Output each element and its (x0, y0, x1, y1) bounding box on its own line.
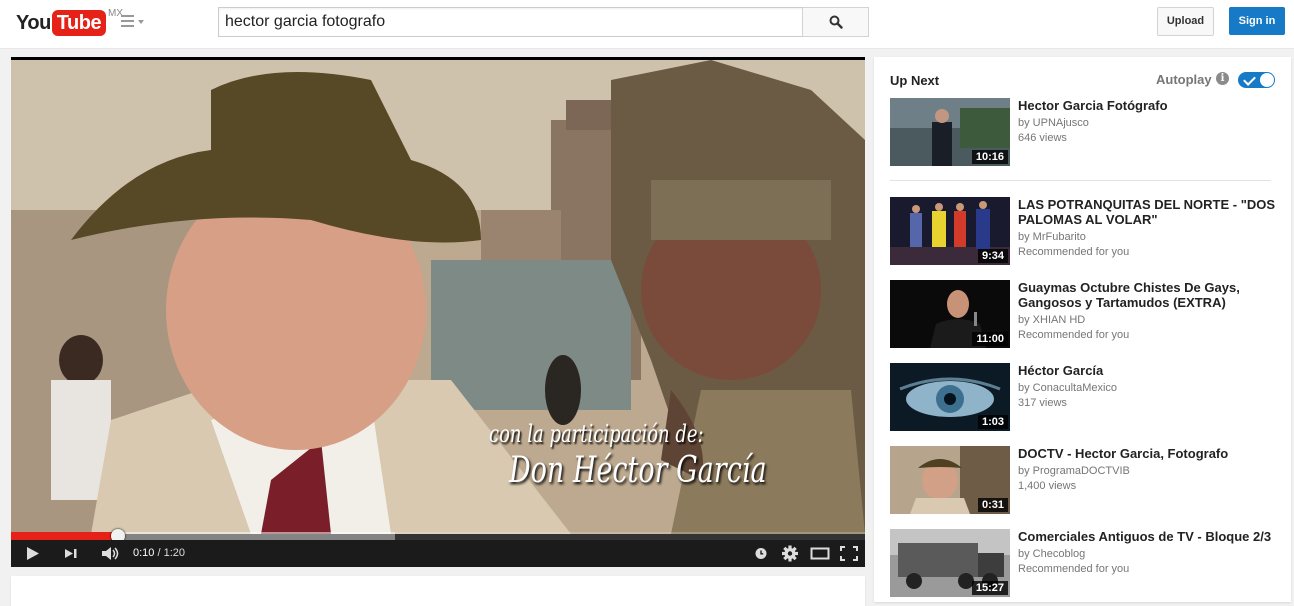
video-player[interactable]: con la participación de: Don Héctor Garc… (11, 57, 865, 567)
sign-in-button[interactable]: Sign in (1229, 7, 1285, 35)
youtube-logo[interactable]: You Tube MX (16, 8, 123, 37)
time-display: 0:10 / 1:20 (133, 547, 185, 559)
video-title[interactable]: Héctor García (1018, 363, 1280, 378)
logo-you-text: You (16, 11, 51, 34)
channel-name: by UPNAjusco (1018, 117, 1089, 129)
info-icon[interactable]: i (1216, 72, 1229, 85)
fullscreen-button[interactable] (839, 540, 859, 567)
video-title[interactable]: LAS POTRANQUITAS DEL NORTE - "DOS PALOMA… (1018, 197, 1280, 227)
guide-menu-icon[interactable] (121, 15, 145, 31)
list-item[interactable]: 11:00 Guaymas Octubre Chistes De Gays, G… (890, 280, 1280, 350)
search-input[interactable] (218, 7, 809, 37)
total-duration: 1:20 (163, 547, 186, 559)
search-icon (829, 15, 843, 29)
next-button[interactable] (63, 540, 83, 567)
upload-button[interactable]: Upload (1157, 7, 1214, 36)
next-icon (65, 549, 77, 558)
check-icon (1243, 73, 1256, 86)
theater-icon (810, 547, 830, 560)
player-controls: 0:10 / 1:20 (11, 540, 865, 567)
masthead: YouTube MX Upload Sign in (0, 0, 1294, 49)
play-icon (27, 547, 39, 560)
list-item[interactable]: 10:16 Hector Garcia Fotógrafo by UPNAjus… (890, 98, 1280, 168)
recommendation-note: Recommended for you (1018, 563, 1130, 575)
list-item[interactable]: 15:27 Comerciales Antiguos de TV - Bloqu… (890, 529, 1280, 599)
video-thumbnail[interactable]: 9:34 (890, 197, 1010, 265)
video-title[interactable]: Comerciales Antiguos de TV - Bloque 2/3 (1018, 529, 1280, 544)
view-count: 317 views (1018, 397, 1067, 409)
channel-name: by XHIAN HD (1018, 314, 1086, 326)
video-caption-line-1: con la participación de: (489, 420, 704, 448)
watch-sidebar: Up Next Autoplay i 10:16 Hector Garcia F… (874, 57, 1291, 602)
progress-bar[interactable] (11, 529, 865, 543)
view-count: 646 views (1018, 132, 1067, 144)
video-frame[interactable]: con la participación de: Don Héctor Garc… (11, 60, 865, 534)
autoplay-toggle[interactable] (1238, 72, 1275, 88)
theater-mode-button[interactable] (809, 540, 831, 567)
watch-later-button[interactable] (753, 540, 769, 567)
current-time: 0:10 (133, 547, 155, 559)
gear-icon (782, 545, 798, 562)
channel-name: by ProgramaDOCTVIB (1018, 465, 1130, 477)
view-count: 1,400 views (1018, 480, 1077, 492)
played-bar (11, 532, 118, 540)
logo-tube-text: Tube (51, 10, 107, 36)
list-item[interactable]: 1:03 Héctor García by ConacultaMexico 31… (890, 363, 1280, 433)
autoplay-label: Autoplay (1156, 72, 1212, 87)
time-separator: / (154, 547, 164, 559)
duration-badge: 1:03 (977, 415, 1008, 429)
list-item[interactable]: 9:34 LAS POTRANQUITAS DEL NORTE - "DOS P… (890, 197, 1280, 267)
settings-button[interactable] (781, 540, 799, 567)
divider (890, 180, 1271, 181)
duration-badge: 10:16 (971, 150, 1008, 164)
play-button[interactable] (25, 540, 45, 567)
list-item[interactable]: 0:31 DOCTV - Hector Garcia, Fotografo by… (890, 446, 1280, 516)
video-caption-line-2: Don Héctor García (509, 450, 767, 491)
video-title[interactable]: Guaymas Octubre Chistes De Gays, Gangoso… (1018, 280, 1280, 310)
video-title[interactable]: Hector Garcia Fotógrafo (1018, 98, 1280, 113)
volume-icon (102, 547, 119, 560)
channel-name: by Checoblog (1018, 548, 1086, 560)
search-button[interactable] (802, 7, 869, 37)
video-thumbnail[interactable]: 11:00 (890, 280, 1010, 348)
video-thumbnail[interactable]: 15:27 (890, 529, 1010, 597)
channel-name: by ConacultaMexico (1018, 382, 1118, 394)
duration-badge: 9:34 (977, 249, 1008, 263)
duration-badge: 11:00 (972, 332, 1008, 346)
clock-icon (755, 548, 767, 559)
channel-name: by MrFubarito (1018, 231, 1086, 243)
video-thumbnail[interactable]: 1:03 (890, 363, 1010, 431)
duration-badge: 15:27 (971, 581, 1008, 595)
video-thumbnail[interactable]: 0:31 (890, 446, 1010, 514)
fullscreen-icon (840, 546, 858, 561)
recommendation-note: Recommended for you (1018, 329, 1130, 341)
video-title[interactable]: DOCTV - Hector Garcia, Fotografo (1018, 446, 1280, 461)
up-next-heading: Up Next (890, 73, 940, 88)
recommendation-note: Recommended for you (1018, 246, 1130, 258)
volume-button[interactable] (100, 540, 122, 567)
toggle-knob (1260, 73, 1274, 87)
video-thumbnail[interactable]: 10:16 (890, 98, 1010, 166)
video-info-card (11, 576, 865, 606)
duration-badge: 0:31 (977, 498, 1008, 512)
